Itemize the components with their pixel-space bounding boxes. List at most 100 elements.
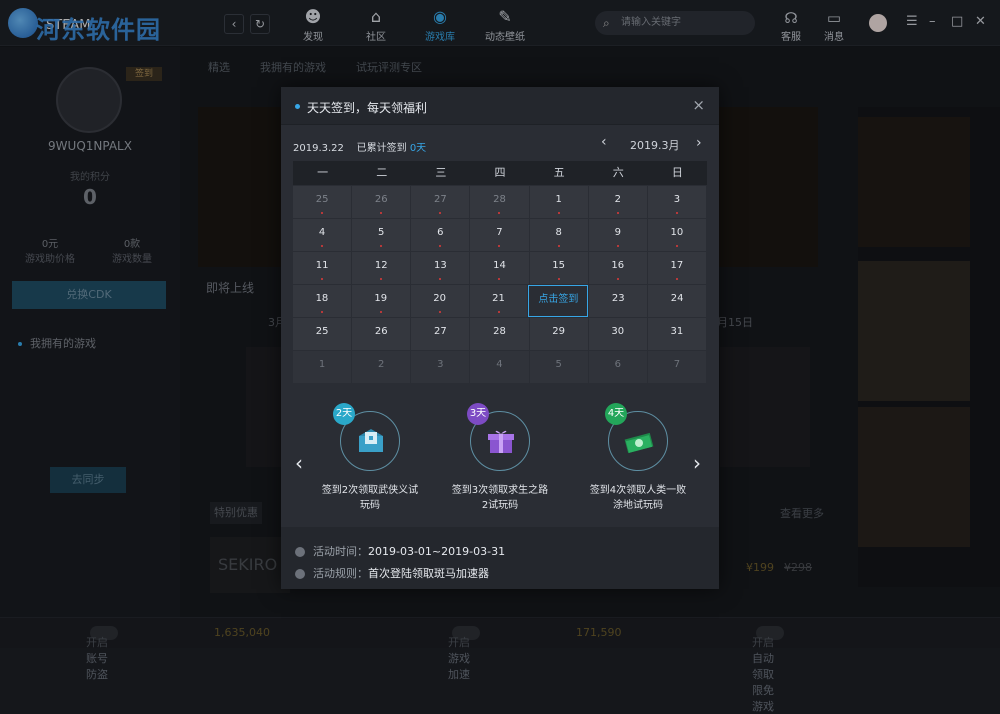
weekday-header: 一 二 三 四 五 六 日 <box>293 161 707 185</box>
missed-dot <box>616 278 619 280</box>
reward-item[interactable]: 3天 签到3次领取求生之路2试玩码 <box>445 403 555 513</box>
reward-badge: 3天 <box>467 403 489 425</box>
current-date: 2019.3.22 <box>293 143 344 154</box>
reward-item[interactable]: 4天 签到4次领取人类一败涂地试玩码 <box>583 403 693 513</box>
reward-next-button[interactable]: › <box>693 451 701 475</box>
calendar-day: 7 <box>470 219 529 251</box>
missed-dot <box>498 278 501 280</box>
missed-dot <box>557 278 560 280</box>
calendar-day: 14 <box>470 252 529 284</box>
checkin-button[interactable]: 点击签到 <box>528 285 589 317</box>
day-number: 13 <box>433 260 447 271</box>
day-number: 19 <box>374 293 388 304</box>
reward-text: 签到2次领取武侠义试玩码 <box>321 485 419 511</box>
calendar-day: 24 <box>648 285 707 317</box>
calendar-day: 1 <box>529 186 588 218</box>
day-number: 28 <box>493 194 506 205</box>
weekday: 六 <box>612 166 624 179</box>
reward-badge: 2天 <box>333 403 355 425</box>
missed-dot <box>438 311 441 313</box>
calendar-week: 4 5 6 7 8 9 10 <box>293 218 707 251</box>
calendar-day: 29 <box>529 318 588 350</box>
calendar-day: 28 <box>470 186 529 218</box>
day-number: 17 <box>670 260 684 271</box>
missed-dot <box>557 245 560 247</box>
day-number: 10 <box>670 227 684 238</box>
reward-text: 签到4次领取人类一败涂地试玩码 <box>589 485 687 511</box>
calendar-day: 12 <box>352 252 411 284</box>
calendar-day: 26 <box>352 186 411 218</box>
reward-prev-button[interactable]: ‹ <box>295 451 303 475</box>
calendar-day: 6 <box>588 351 647 383</box>
missed-dot <box>675 245 678 247</box>
day-number: 25 <box>315 326 329 337</box>
calendar-day: 4 <box>470 351 529 383</box>
missed-dot <box>498 212 501 214</box>
day-number: 1 <box>555 194 562 205</box>
weekday: 三 <box>435 166 447 179</box>
calendar-day: 19 <box>351 285 410 317</box>
calendar-day: 5 <box>352 219 411 251</box>
checkin-info: 2019.3.22 已累计签到 0天 <box>293 139 426 154</box>
calendar-day: 28 <box>470 318 529 350</box>
calendar-day: 7 <box>647 351 706 383</box>
day-number: 6 <box>614 359 621 370</box>
day-number: 3 <box>673 194 681 205</box>
prev-month-button[interactable]: ‹ <box>601 134 607 150</box>
day-number: 25 <box>315 194 329 205</box>
weekday: 五 <box>553 166 565 179</box>
calendar-grid: 一 二 三 四 五 六 日 25 26 27 28 1 2 3 4 5 6 7 8 9 10 11 12 13 1… <box>293 161 707 383</box>
reward-badge: 4天 <box>605 403 627 425</box>
day-number: 1 <box>318 359 326 370</box>
rule-icon <box>295 569 305 579</box>
missed-dot <box>675 212 678 214</box>
calendar-day: 31 <box>647 318 706 350</box>
activity-time-value: 2019-03-01~2019-03-31 <box>368 545 506 558</box>
day-number: 2 <box>614 194 621 205</box>
day-number: 11 <box>315 260 329 271</box>
missed-dot <box>557 212 560 214</box>
calendar-day: 6 <box>411 219 470 251</box>
calendar-day: 4 <box>293 219 352 251</box>
calendar-day: 27 <box>411 318 470 350</box>
calendar-week: 18 19 20 21 点击签到 23 24 <box>293 284 707 317</box>
day-number: 30 <box>611 326 625 337</box>
missed-dot <box>498 245 501 247</box>
calendar-day: 26 <box>352 318 411 350</box>
missed-dot <box>380 212 383 214</box>
calendar-day: 2 <box>588 186 647 218</box>
day-number: 点击签到 <box>538 294 579 305</box>
day-number: 5 <box>555 359 562 370</box>
day-number: 28 <box>493 326 506 337</box>
missed-dot <box>616 245 619 247</box>
day-number: 2 <box>378 359 385 370</box>
modal-footer: 活动时间：2019-03-01~2019-03-31 活动规则：首次登陆领取斑马… <box>281 527 719 589</box>
day-number: 29 <box>552 326 565 337</box>
calendar-day: 8 <box>529 219 588 251</box>
calendar-day: 18 <box>293 285 351 317</box>
checkin-modal: 天天签到，每天领福利 × 2019.3.22 已累计签到 0天 ‹ 2019.3… <box>281 87 719 589</box>
missed-dot <box>439 245 442 247</box>
missed-dot <box>497 311 500 313</box>
next-month-button[interactable]: › <box>696 135 702 151</box>
missed-dot <box>380 278 383 280</box>
calendar-day: 20 <box>410 285 469 317</box>
reward-item[interactable]: 2天 签到2次领取武侠义试玩码 <box>315 403 425 513</box>
modal-header: 天天签到，每天领福利 × <box>281 87 719 125</box>
day-number: 26 <box>374 194 388 205</box>
accumulated-label: 已累计签到 <box>356 143 407 154</box>
activity-time-label: 活动时间： <box>313 545 368 558</box>
calendar-day: 16 <box>588 252 647 284</box>
calendar-day: 11 <box>293 252 352 284</box>
calendar-day: 25 <box>293 186 352 218</box>
close-icon[interactable]: × <box>692 96 705 114</box>
day-number: 12 <box>374 260 388 271</box>
calendar-day: 21 <box>469 285 528 317</box>
day-number: 6 <box>437 227 444 238</box>
missed-dot <box>321 245 324 247</box>
calendar-week: 1 2 3 4 5 6 7 <box>293 350 707 383</box>
calendar-week: 11 12 13 14 15 16 17 <box>293 251 707 284</box>
reward-text: 签到3次领取求生之路2试玩码 <box>451 485 549 511</box>
calendar-day: 9 <box>588 219 647 251</box>
missed-dot <box>380 245 383 247</box>
